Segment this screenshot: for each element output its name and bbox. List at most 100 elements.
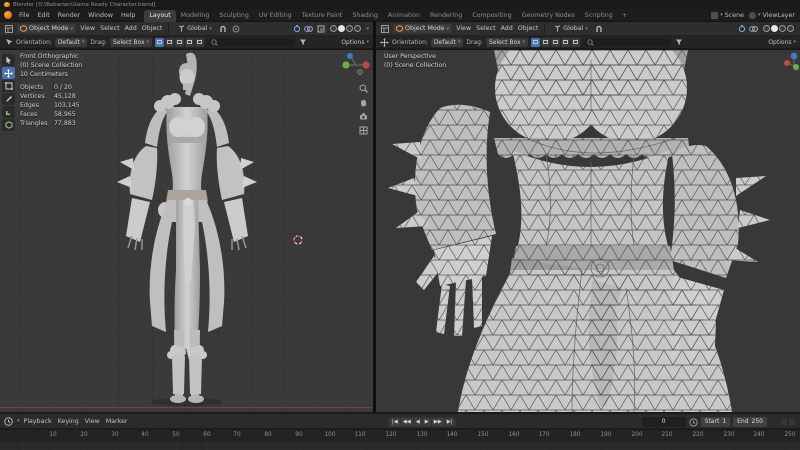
viewlayer-selector[interactable]: ▾ ViewLayer [748, 11, 795, 19]
timeline-editor-icon[interactable] [4, 416, 13, 426]
timeline-menu-item[interactable]: Playback [24, 418, 52, 425]
workspace-tab[interactable]: Modeling [176, 10, 215, 22]
timeline-menu-item[interactable]: View [85, 418, 100, 425]
menu-item[interactable]: File [15, 12, 34, 19]
proportional-edit-icon[interactable] [232, 24, 241, 33]
search-input[interactable] [207, 37, 296, 47]
camera-view-icon[interactable] [359, 112, 368, 121]
zoom-icon[interactable] [359, 84, 368, 93]
gizmo-toggle-icon[interactable] [292, 24, 301, 33]
playback-button[interactable]: |◀ [390, 418, 400, 426]
pan-hand-icon[interactable] [359, 98, 368, 107]
solid-shading-icon[interactable] [771, 25, 778, 32]
rendered-shading-icon[interactable] [787, 25, 794, 32]
menu-item[interactable]: Render [54, 12, 84, 19]
snap-magnet-icon[interactable] [595, 24, 604, 33]
playback-button[interactable]: ▶| [444, 418, 455, 426]
move-tool[interactable] [2, 67, 15, 79]
workspace-tab[interactable]: Shading [347, 10, 383, 22]
timeline-menu-item[interactable]: Keying [58, 418, 79, 425]
drag-value-dropdown[interactable]: Select Box ▾ [109, 37, 153, 47]
material-shading-icon[interactable] [346, 25, 354, 32]
xray-toggle-icon[interactable] [316, 24, 325, 33]
viewport-menu-item[interactable]: View [456, 25, 471, 32]
workspace-tab[interactable]: UV Editing [254, 10, 297, 22]
timeline-ruler[interactable]: 10 20 30 40 50 60 70 80 90 100 110 120 130 140 150 160 1… [0, 430, 800, 442]
wireframe-shading-icon[interactable] [763, 25, 770, 32]
orientation-value-dropdown[interactable]: Default ▾ [430, 37, 464, 47]
mode-dropdown[interactable]: Object Mode ▾ [17, 24, 77, 33]
measure-tool[interactable] [2, 106, 15, 118]
lock-icon[interactable] [781, 419, 787, 425]
playback-button[interactable]: ◀◀ [400, 418, 413, 426]
select-mode-extend[interactable] [165, 37, 175, 47]
select-mode-invert[interactable] [185, 37, 195, 47]
timeline-track-area[interactable] [0, 442, 800, 450]
select-mode-new[interactable] [155, 37, 165, 47]
wireframe-shading-icon[interactable] [330, 25, 338, 32]
overlay-icon[interactable] [789, 419, 795, 425]
orientation-dropdown[interactable]: Global ▾ [175, 24, 215, 33]
ortho-perspective-icon[interactable] [359, 126, 368, 135]
menu-item[interactable]: Window [84, 12, 117, 19]
annotate-tool[interactable] [2, 93, 15, 105]
playback-button[interactable]: ▶▶ [431, 418, 444, 426]
select-mode-invert[interactable] [561, 37, 571, 47]
timeline-menu-item[interactable]: Marker [106, 418, 128, 425]
workspace-tab[interactable]: Geometry Nodes [517, 10, 580, 22]
options-dropdown[interactable]: Options ▾ [341, 39, 369, 46]
shading-dropdown-icon[interactable]: ▾ [366, 26, 369, 32]
filter-icon[interactable] [298, 38, 307, 47]
editor-type-icon[interactable] [4, 24, 13, 33]
playback-button[interactable]: ▶ [422, 418, 431, 426]
menu-item[interactable]: Help [117, 12, 139, 19]
viewport-menu-item[interactable]: Add [501, 25, 513, 32]
transform-tool[interactable] [2, 80, 15, 92]
select-mode-extend[interactable] [541, 37, 551, 47]
overlays-toggle-icon[interactable] [304, 24, 314, 33]
workspace-tab[interactable]: Scripting [580, 10, 618, 22]
navigation-gizmo[interactable] [784, 52, 800, 76]
viewport-menu-item[interactable]: Add [125, 25, 137, 32]
material-shading-icon[interactable] [779, 25, 786, 32]
viewport-menu-item[interactable]: Select [476, 25, 495, 32]
add-cube-tool[interactable] [2, 119, 15, 131]
select-box-tool[interactable] [2, 54, 15, 66]
workspace-tab[interactable]: Layout [144, 9, 176, 22]
navigation-gizmo[interactable] [341, 52, 371, 78]
workspace-tab[interactable]: Rendering [425, 10, 467, 22]
scene-selector[interactable]: ▾ Scene [711, 11, 744, 19]
viewport-menu-item[interactable]: View [80, 25, 95, 32]
filter-icon[interactable] [674, 38, 683, 47]
search-input[interactable] [583, 37, 672, 47]
orientation-dropdown[interactable]: Global ▾ [551, 24, 591, 33]
blender-app-icon[interactable] [4, 11, 12, 19]
rendered-shading-icon[interactable] [354, 25, 362, 32]
workspace-tab[interactable]: Texture Paint [297, 10, 348, 22]
gizmo-toggle-icon[interactable] [737, 24, 746, 33]
snap-magnet-icon[interactable] [219, 24, 228, 33]
viewport-left-canvas[interactable]: Front Orthographic (0) Scene Collection … [0, 50, 373, 412]
viewport-menu-item[interactable]: Object [142, 25, 163, 32]
viewport-right-canvas[interactable]: User Perspective (0) Scene Collection [376, 50, 800, 412]
workspace-tab[interactable]: Sculpting [214, 10, 253, 22]
editor-type-icon[interactable] [380, 24, 389, 33]
start-frame-field[interactable]: Start 1 [700, 417, 731, 427]
mode-dropdown[interactable]: Object Mode ▾ [393, 24, 453, 33]
overlays-toggle-icon[interactable] [749, 24, 758, 33]
end-frame-field[interactable]: End 250 [733, 417, 767, 427]
options-dropdown[interactable]: Options ▾ [768, 39, 796, 46]
drag-value-dropdown[interactable]: Select Box ▾ [485, 37, 529, 47]
add-workspace-button[interactable]: + [618, 12, 631, 19]
select-mode-intersect[interactable] [195, 37, 205, 47]
workspace-tab[interactable]: Compositing [467, 10, 516, 22]
workspace-tab[interactable]: Animation [383, 10, 425, 22]
current-frame-field[interactable]: 0 [641, 417, 686, 427]
viewport-menu-item[interactable]: Object [518, 25, 539, 32]
solid-shading-icon[interactable] [338, 25, 346, 32]
orientation-value-dropdown[interactable]: Default ▾ [54, 37, 88, 47]
select-mode-new[interactable] [531, 37, 541, 47]
viewport-menu-item[interactable]: Select [100, 25, 119, 32]
select-mode-subtract[interactable] [175, 37, 185, 47]
playback-button[interactable]: ◀ [413, 418, 422, 426]
